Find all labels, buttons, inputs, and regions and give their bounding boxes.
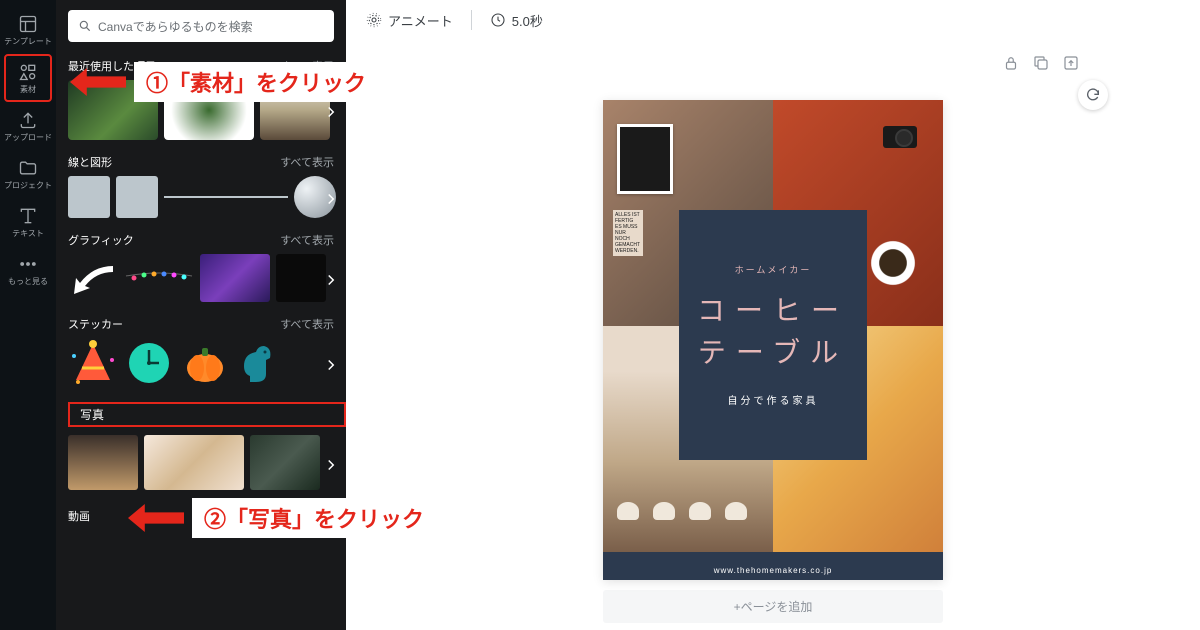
duration-label: 5.0秒 [512,11,543,30]
arrow-left-icon [128,504,184,532]
doc-url: www.thehomemakers.co.jp [603,566,943,575]
duplicate-icon[interactable] [1032,54,1050,72]
chair-2 [649,502,679,542]
topbar: アニメート 5.0秒 [346,0,1200,40]
see-all-shapes[interactable]: すべて表示 [280,154,334,170]
annotation-1-text: ①「素材」をクリック [134,62,378,102]
lock-icon[interactable] [1002,54,1020,72]
chevron-right-icon[interactable] [322,103,340,121]
upload-icon [18,110,38,130]
section-video-title: 動画 [68,508,90,524]
chair-3 [685,502,715,542]
graphic-lights[interactable] [124,258,194,298]
animate-button[interactable]: アニメート [366,11,453,30]
coffee-cup [863,236,923,296]
doc-title-2: テーブル [698,332,848,374]
rail-template-label: テンプレート [4,36,52,47]
section-stickers: ステッカー すべて表示 [56,310,346,334]
section-graphics: グラフィック すべて表示 [56,226,346,250]
arrow-left-icon [70,68,126,96]
annotation-1: ①「素材」をクリック [70,62,378,102]
left-rail: テンプレート 素材 アップロード プロジェクト テキスト もっと見る [0,0,56,630]
graphic-texture[interactable] [276,254,326,302]
folder-icon [18,158,38,178]
more-icon [18,254,38,274]
document-page[interactable]: ALLES IST FERTIG ES MUSS NUR NOCH GEMACH… [603,100,943,580]
clock-icon [490,12,506,28]
search-input[interactable]: Canvaであらゆるものを検索 [68,10,334,42]
chevron-right-icon[interactable] [322,456,340,474]
chevron-right-icon[interactable] [322,190,340,208]
doc-subtitle: ホームメイカー [735,263,812,276]
rail-more-label: もっと見る [8,276,48,287]
see-all-graphics[interactable]: すべて表示 [280,232,334,248]
shapes-row [56,172,346,226]
wall-poster-text: ALLES IST FERTIG ES MUSS NUR NOCH GEMACH… [613,210,643,256]
see-all-stickers[interactable]: すべて表示 [280,316,334,332]
rail-upload-label: アップロード [4,132,52,143]
section-shapes-title: 線と図形 [68,154,112,170]
shape-square-1[interactable] [68,176,110,218]
sticker-party-hat[interactable] [68,338,118,388]
canvas-area: アニメート 5.0秒 ALLES IST FERTIG ES MUSS NUR … [346,0,1200,630]
duration-button[interactable]: 5.0秒 [490,11,543,30]
text-icon [18,206,38,226]
sticker-pumpkin[interactable] [180,338,230,388]
camera-prop [883,126,917,148]
photos-row [56,431,346,498]
rail-template[interactable]: テンプレート [4,6,52,54]
sticker-clock[interactable] [124,338,174,388]
section-graphics-title: グラフィック [68,232,134,248]
chevron-right-icon[interactable] [322,356,340,374]
add-page-button[interactable]: +ページを追加 [603,590,943,623]
elements-icon [18,62,38,82]
animate-label: アニメート [388,11,453,30]
section-shapes: 線と図形 すべて表示 [56,148,346,172]
photos-tab[interactable]: 写真 [68,402,346,427]
stickers-row [56,334,346,396]
photo-thumb-1[interactable] [68,435,138,490]
upload-page-icon[interactable] [1062,54,1080,72]
search-icon [78,19,92,33]
doc-title-1: コーヒー [697,290,849,332]
page-actions [1002,54,1080,72]
shape-square-2[interactable] [116,176,158,218]
template-icon [18,14,38,34]
chevron-right-icon[interactable] [322,271,340,289]
graphic-arrow[interactable] [68,258,118,298]
wall-picture [617,124,673,194]
rail-project[interactable]: プロジェクト [4,150,52,198]
rail-elements-label: 素材 [20,84,36,95]
graphic-gradient[interactable] [200,254,270,302]
rail-project-label: プロジェクト [4,180,52,191]
rail-elements[interactable]: 素材 [4,54,52,102]
graphics-row [56,250,346,310]
photo-thumb-3[interactable] [250,435,320,490]
overlay-card: ホームメイカー コーヒー テーブル 自分で作る家具 [679,210,867,460]
chair-1 [613,502,643,542]
section-stickers-title: ステッカー [68,316,123,332]
refresh-button[interactable] [1078,80,1108,110]
doc-diy: 自分で作る家具 [728,392,819,407]
chair-4 [721,502,751,542]
search-placeholder: Canvaであらゆるものを検索 [98,18,253,35]
rail-upload[interactable]: アップロード [4,102,52,150]
annotation-2-text: ②「写真」をクリック [192,498,436,538]
annotation-2: ②「写真」をクリック [128,498,436,538]
animate-icon [366,12,382,28]
stage: ALLES IST FERTIG ES MUSS NUR NOCH GEMACH… [346,40,1200,630]
rail-more[interactable]: もっと見る [4,246,52,294]
rail-text[interactable]: テキスト [4,198,52,246]
shape-line[interactable] [164,196,288,198]
photo-thumb-2[interactable] [144,435,244,490]
refresh-icon [1085,87,1101,103]
rail-text-label: テキスト [12,228,44,239]
sticker-dino[interactable] [236,338,276,388]
